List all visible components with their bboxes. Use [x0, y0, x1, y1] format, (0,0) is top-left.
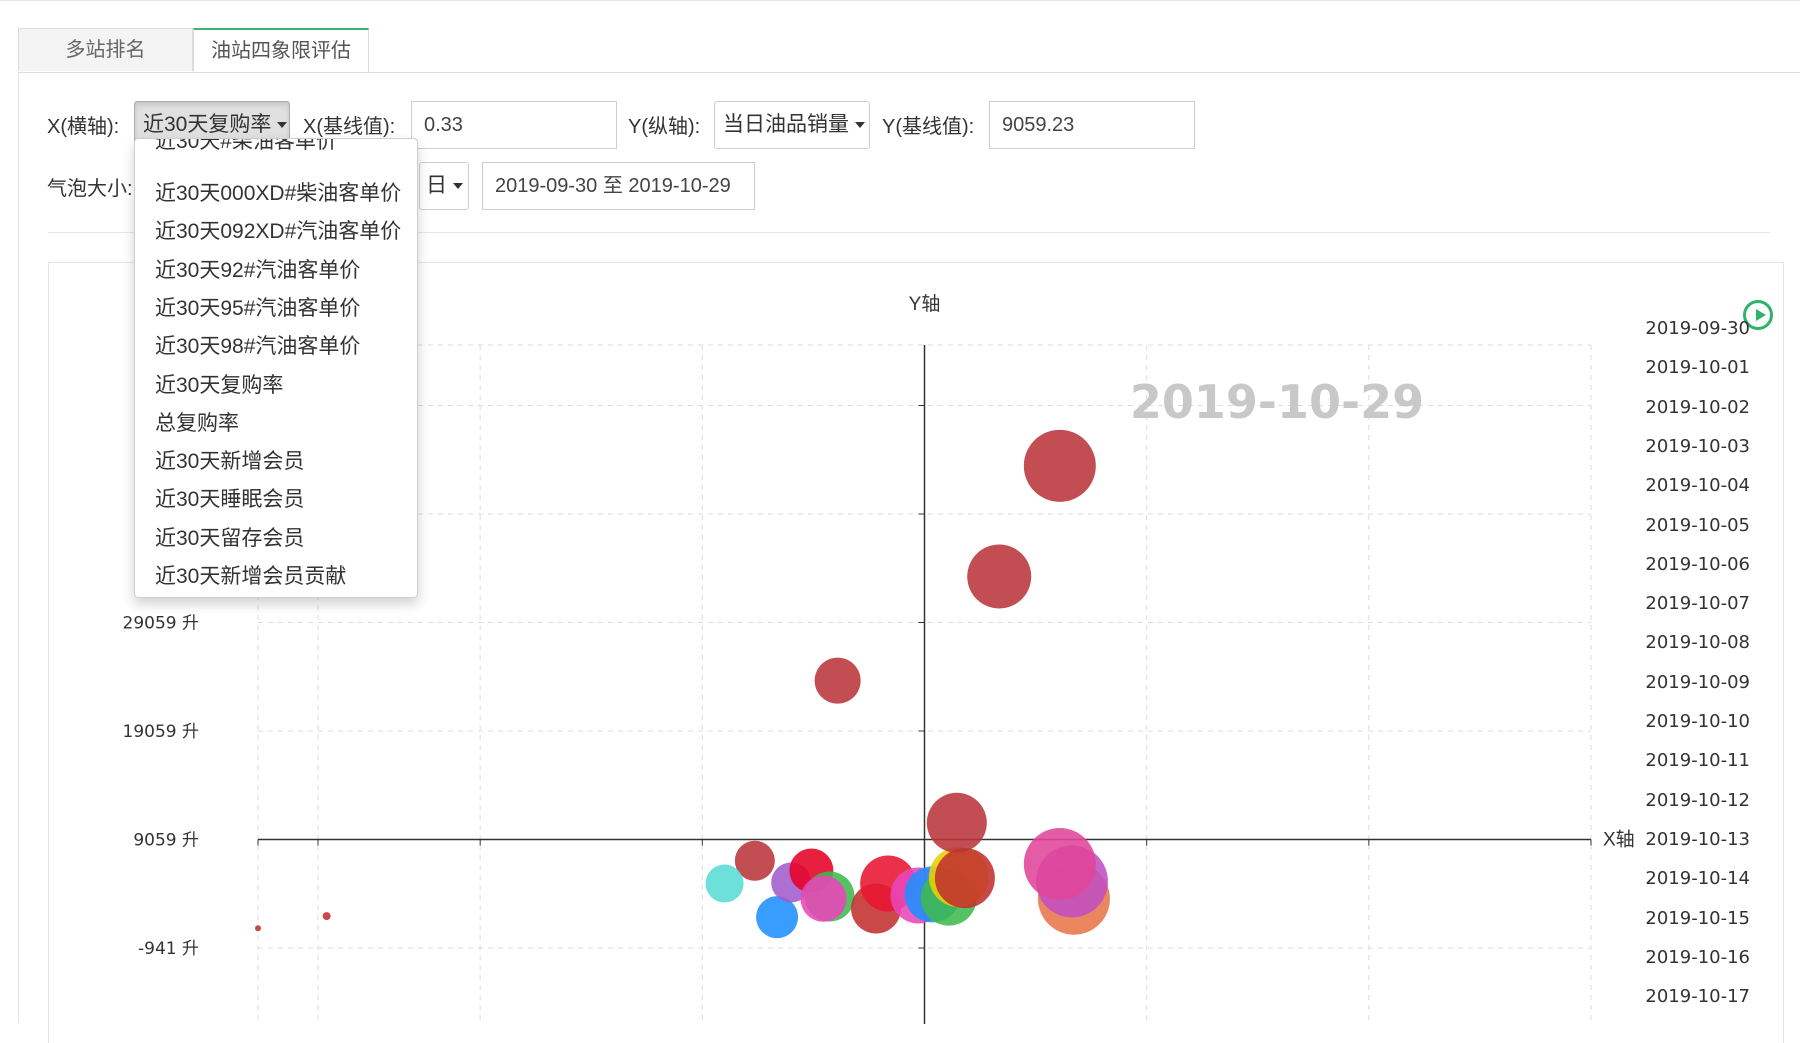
x-axis-select-value: 近30天复购率: [143, 113, 272, 136]
timeline-date[interactable]: 2019-10-10: [1620, 711, 1750, 732]
bubble: [1023, 828, 1096, 901]
caret-down-icon: [855, 122, 865, 129]
timeline-date[interactable]: 2019-10-01: [1620, 357, 1750, 378]
timeline-date[interactable]: 2019-09-30: [1620, 318, 1750, 339]
y-axis-select[interactable]: 当日油品销量: [714, 101, 870, 149]
period-select[interactable]: 日: [419, 162, 469, 210]
timeline-date[interactable]: 2019-10-12: [1620, 790, 1750, 811]
timeline-date[interactable]: 2019-10-06: [1620, 554, 1750, 575]
timeline-date[interactable]: 2019-10-13: [1620, 829, 1750, 850]
content-left-border: [18, 72, 19, 1023]
bubble: [1023, 429, 1096, 502]
y-tick-label: -941 升: [138, 939, 199, 959]
y-tick-label: 9059 升: [133, 831, 199, 851]
timeline-date[interactable]: 2019-10-16: [1620, 947, 1750, 968]
timeline-date[interactable]: 2019-10-03: [1620, 436, 1750, 457]
menu-item[interactable]: 近30天睡眠会员: [155, 483, 304, 513]
bubble: [934, 848, 995, 909]
y-baseline-input[interactable]: 9059.23: [989, 101, 1195, 149]
menu-item[interactable]: 近30天95#汽油客单价: [155, 292, 360, 322]
menu-item[interactable]: 总复购率: [155, 407, 239, 437]
bubble: [322, 912, 331, 921]
timeline-date[interactable]: 2019-10-04: [1620, 475, 1750, 496]
x-baseline-input[interactable]: 0.33: [411, 101, 617, 149]
timeline-date[interactable]: 2019-10-11: [1620, 750, 1750, 771]
timeline-date[interactable]: 2019-10-09: [1620, 672, 1750, 693]
bubble: [800, 875, 847, 922]
timeline-date[interactable]: 2019-10-07: [1620, 593, 1750, 614]
top-border: [0, 0, 1800, 1]
caret-down-icon: [277, 122, 288, 129]
menu-item[interactable]: 近30天92#汽油客单价: [155, 254, 360, 284]
bubble: [756, 896, 799, 939]
menu-item[interactable]: 近30天98#汽油客单价: [155, 330, 360, 360]
x-axis-dropdown-menu: 近30天#柴油客单价 近30天000XD#柴油客单价 近30天092XD#汽油客单…: [134, 138, 418, 598]
menu-item[interactable]: 近30天新增会员: [155, 445, 304, 475]
bubble-size-label: 气泡大小:: [47, 178, 133, 200]
current-date-watermark: 2019-10-29: [1130, 375, 1424, 429]
y-axis-select-value: 当日油品销量: [723, 113, 849, 136]
menu-item[interactable]: 近30天#柴油客单价: [155, 139, 337, 155]
tab-station-quadrant[interactable]: 油站四象限评估: [193, 28, 369, 72]
timeline-date[interactable]: 2019-10-08: [1620, 632, 1750, 653]
bubble: [814, 657, 861, 704]
y-axis-title: Y轴: [909, 293, 941, 315]
x-axis-label: X(横轴):: [47, 116, 120, 138]
timeline-date[interactable]: 2019-10-02: [1620, 397, 1750, 418]
timeline-date[interactable]: 2019-10-15: [1620, 908, 1750, 929]
menu-item[interactable]: 近30天复购率: [155, 369, 283, 399]
tab-bar: 多站排名 油站四象限评估: [18, 28, 1800, 73]
y-tick-label: 19059 升: [123, 722, 199, 742]
caret-down-icon: [453, 183, 463, 190]
x-baseline-label: X(基线值):: [303, 116, 396, 138]
y-tick-label: 29059 升: [123, 614, 199, 634]
menu-item[interactable]: 近30天新增会员贡献: [155, 560, 346, 590]
bubble: [926, 792, 987, 853]
bubble: [255, 925, 261, 932]
bubble: [967, 544, 1032, 609]
tab-multi-station-ranking[interactable]: 多站排名: [18, 28, 193, 71]
menu-item[interactable]: 近30天092XD#汽油客单价: [155, 215, 401, 245]
period-select-value: 日: [426, 174, 447, 197]
menu-item[interactable]: 近30天000XD#柴油客单价: [155, 177, 401, 207]
date-range-input[interactable]: 2019-09-30 至 2019-10-29: [482, 162, 755, 210]
menu-item[interactable]: 近30天留存会员: [155, 522, 304, 552]
bubble: [705, 864, 744, 903]
timeline-date[interactable]: 2019-10-05: [1620, 515, 1750, 536]
timeline-date[interactable]: 2019-10-14: [1620, 868, 1750, 889]
timeline-date[interactable]: 2019-10-17: [1620, 986, 1750, 1007]
y-baseline-label: Y(基线值):: [882, 116, 975, 138]
y-axis-label: Y(纵轴):: [628, 116, 701, 138]
